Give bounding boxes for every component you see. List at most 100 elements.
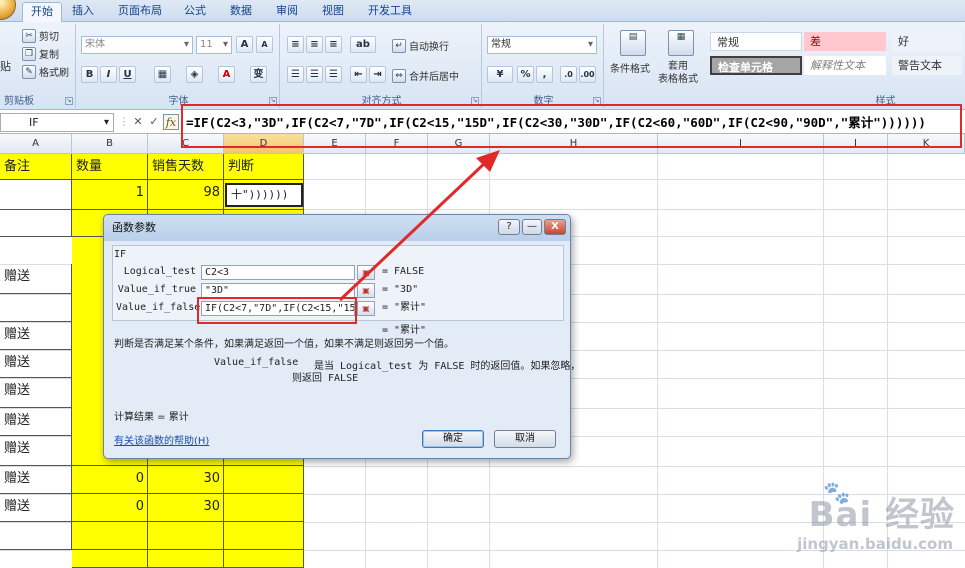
align-bottom-icon[interactable]: ≡ bbox=[325, 36, 342, 53]
value-if-true-input[interactable]: "3D" bbox=[201, 283, 355, 298]
paste-button[interactable]: 贴 bbox=[0, 58, 11, 74]
insert-function-button[interactable]: fx bbox=[163, 114, 179, 130]
cell-a10[interactable]: 赠送 bbox=[0, 408, 72, 436]
cell-b12[interactable]: 0 bbox=[72, 466, 148, 494]
help-link[interactable]: 有关该函数的帮助(H) bbox=[114, 432, 209, 447]
collapse-dialog-icon[interactable]: ▣ bbox=[357, 265, 375, 280]
name-box[interactable]: IF bbox=[0, 113, 114, 132]
italic-button[interactable]: I bbox=[100, 66, 117, 83]
align-top-icon[interactable]: ≡ bbox=[287, 36, 304, 53]
align-left-icon[interactable]: ☰ bbox=[287, 66, 304, 83]
cell-c2[interactable]: 98 bbox=[148, 180, 224, 210]
tab-page-layout[interactable]: 页面布局 bbox=[110, 2, 170, 22]
calc-result: 计算结果 = 累计 bbox=[114, 412, 189, 423]
copy-button[interactable]: ❐ 复制 bbox=[22, 46, 59, 61]
style-good[interactable]: 好 bbox=[892, 32, 962, 51]
minimize-button[interactable]: — bbox=[522, 219, 542, 235]
clipboard-launcher-icon[interactable]: ↘ bbox=[65, 97, 73, 105]
column-header-a[interactable]: A bbox=[0, 134, 72, 154]
close-button[interactable]: X bbox=[544, 219, 566, 235]
confirm-entry-button[interactable]: ✓ bbox=[146, 114, 162, 130]
logical-test-input[interactable]: C2<3 bbox=[201, 265, 355, 280]
orientation-icon[interactable]: ab bbox=[350, 36, 376, 53]
cell-a14[interactable] bbox=[0, 522, 72, 550]
office-button[interactable] bbox=[0, 0, 16, 20]
function-arguments-dialog: 函数参数 ? — X IF Logical_test C2<3 ▣ = FALS… bbox=[103, 214, 580, 459]
tab-insert[interactable]: 插入 bbox=[64, 2, 102, 22]
cell-d2-active[interactable]: 十")))))) bbox=[225, 183, 303, 207]
cut-button[interactable]: ✂ 剪切 bbox=[22, 28, 59, 43]
tab-review[interactable]: 审阅 bbox=[268, 2, 306, 22]
number-format-combo[interactable]: 常规 bbox=[487, 36, 597, 54]
comma-button[interactable]: , bbox=[536, 66, 553, 83]
cell-b13[interactable]: 0 bbox=[72, 494, 148, 522]
font-color-button[interactable]: A bbox=[218, 66, 235, 83]
cell-a1[interactable]: 备注 bbox=[0, 154, 72, 180]
cell-d1[interactable]: 判断 bbox=[224, 154, 304, 180]
decrease-decimal-icon[interactable]: .00 bbox=[579, 66, 596, 83]
table-format-button[interactable]: 套用 表格格式 bbox=[658, 60, 698, 86]
cell-a5[interactable]: 赠送 bbox=[0, 264, 72, 294]
align-middle-icon[interactable]: ≡ bbox=[306, 36, 323, 53]
font-size-combo[interactable]: 11 bbox=[196, 36, 232, 54]
row-border bbox=[72, 209, 304, 210]
fill-color-icon[interactable]: ◈ bbox=[186, 66, 203, 83]
cell-a2[interactable] bbox=[0, 180, 72, 210]
underline-button[interactable]: U bbox=[119, 66, 136, 83]
font-name-combo[interactable]: 宋体 bbox=[81, 36, 193, 54]
conditional-format-icon[interactable]: ▤ bbox=[620, 30, 646, 56]
cell-b1[interactable]: 数量 bbox=[72, 154, 148, 180]
format-painter-button[interactable]: ✎ 格式刷 bbox=[22, 64, 69, 79]
style-explanatory[interactable]: 解释性文本 bbox=[804, 56, 886, 75]
style-normal[interactable]: 常规 bbox=[710, 32, 802, 51]
currency-icon[interactable]: ¥ bbox=[487, 66, 513, 83]
style-warning[interactable]: 警告文本 bbox=[892, 56, 962, 75]
cell-a8[interactable]: 赠送 bbox=[0, 350, 72, 378]
merge-icon: ⇔ bbox=[392, 68, 406, 83]
merge-center-button[interactable]: ⇔ 合并后居中 bbox=[392, 68, 459, 83]
wrap-text-button[interactable]: ↵ 自动换行 bbox=[392, 38, 449, 53]
cell-a9[interactable]: 赠送 bbox=[0, 378, 72, 408]
cell-c12[interactable]: 30 bbox=[148, 466, 224, 494]
ribbon: 贴 ✂剪切 ❐复制 ✎格式刷 剪贴板 ↘ 宋体 11 A A B I U ▦ ◈… bbox=[0, 22, 965, 110]
align-center-icon[interactable]: ☰ bbox=[306, 66, 323, 83]
column-header-b[interactable]: B bbox=[72, 134, 148, 154]
conditional-format-button[interactable]: 条件格式 bbox=[610, 60, 650, 75]
phonetic-button[interactable]: 变 bbox=[250, 66, 267, 83]
argument-highlight-box bbox=[197, 297, 357, 324]
cell-c1[interactable]: 销售天数 bbox=[148, 154, 224, 180]
percent-button[interactable]: % bbox=[517, 66, 534, 83]
collapse-dialog-icon[interactable]: ▣ bbox=[357, 283, 375, 298]
ribbon-tab-bar: 开始 插入 页面布局 公式 数据 审阅 视图 开发工具 bbox=[0, 0, 965, 23]
border-icon[interactable]: ▦ bbox=[154, 66, 171, 83]
cell-a6[interactable] bbox=[0, 294, 72, 322]
tab-view[interactable]: 视图 bbox=[314, 2, 352, 22]
cell-a11[interactable]: 赠送 bbox=[0, 436, 72, 466]
group-alignment: ≡ ≡ ≡ ab ↵ 自动换行 ☰ ☰ ☰ ⇤ ⇥ ⇔ 合并后居中 对齐方式 ↘ bbox=[282, 24, 482, 108]
cancel-entry-button[interactable]: ✕ bbox=[130, 114, 146, 130]
tab-formulas[interactable]: 公式 bbox=[176, 2, 214, 22]
style-bad[interactable]: 差 bbox=[804, 32, 886, 51]
bold-button[interactable]: B bbox=[81, 66, 98, 83]
cell-c13[interactable]: 30 bbox=[148, 494, 224, 522]
style-check-cell[interactable]: 检查单元格 bbox=[710, 56, 802, 75]
table-format-icon[interactable]: ▦ bbox=[668, 30, 694, 56]
help-button[interactable]: ? bbox=[498, 219, 520, 235]
cell-a3[interactable] bbox=[0, 210, 72, 237]
collapse-dialog-icon[interactable]: ▣ bbox=[357, 301, 375, 316]
decrease-indent-icon[interactable]: ⇤ bbox=[350, 66, 367, 83]
tab-developer[interactable]: 开发工具 bbox=[360, 2, 420, 22]
cell-a12[interactable]: 赠送 bbox=[0, 466, 72, 494]
tab-home[interactable]: 开始 bbox=[22, 2, 62, 23]
cancel-button[interactable]: 取消 bbox=[494, 430, 556, 448]
align-right-icon[interactable]: ☰ bbox=[325, 66, 342, 83]
cell-a13[interactable]: 赠送 bbox=[0, 494, 72, 522]
grow-font-button[interactable]: A bbox=[236, 36, 253, 53]
increase-indent-icon[interactable]: ⇥ bbox=[369, 66, 386, 83]
increase-decimal-icon[interactable]: .0 bbox=[560, 66, 577, 83]
cell-a7[interactable]: 赠送 bbox=[0, 322, 72, 350]
ok-button[interactable]: 确定 bbox=[422, 430, 484, 448]
cell-b2[interactable]: 1 bbox=[72, 180, 148, 210]
shrink-font-button[interactable]: A bbox=[256, 36, 273, 53]
tab-data[interactable]: 数据 bbox=[222, 2, 260, 22]
